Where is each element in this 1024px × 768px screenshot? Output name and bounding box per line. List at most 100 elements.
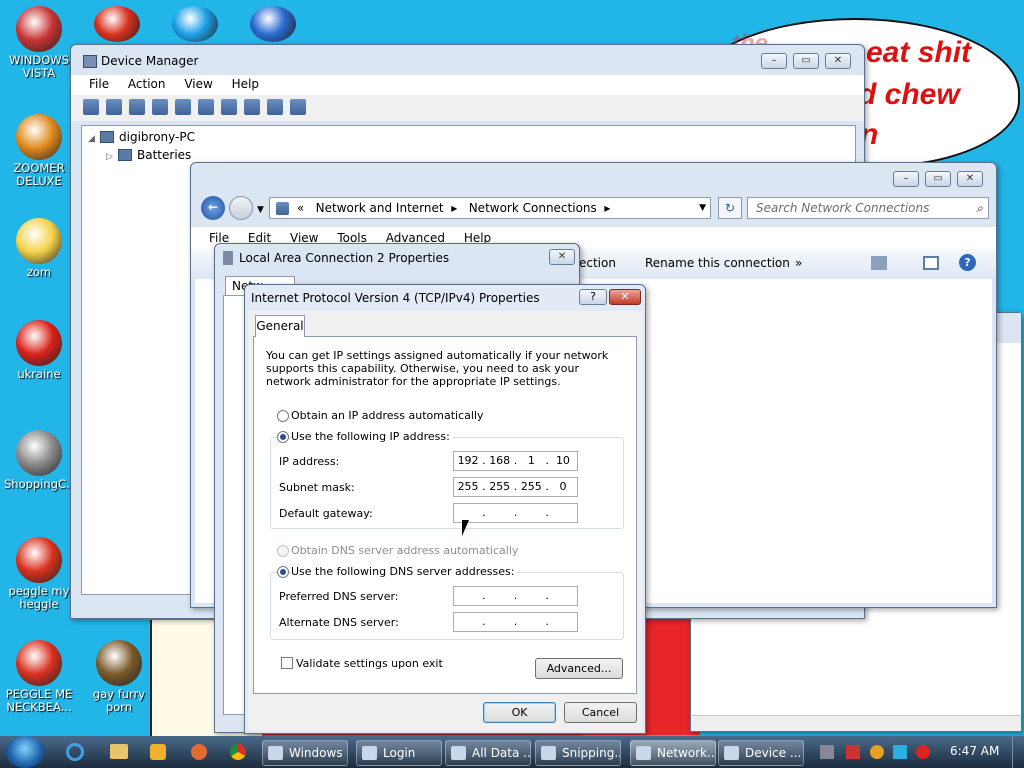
help-icon[interactable]: ? <box>959 254 976 271</box>
scan-hardware-icon[interactable] <box>221 99 237 115</box>
use-following-dns-label[interactable]: Use the following DNS server addresses: <box>291 565 518 578</box>
refresh-button[interactable]: ↻ <box>718 197 742 219</box>
taskbar-app-icon <box>362 746 377 760</box>
forward-button[interactable] <box>229 196 253 220</box>
close-button[interactable]: ✕ <box>825 53 851 69</box>
breadcrumb-sep[interactable]: « <box>297 201 304 215</box>
minimize-button[interactable]: – <box>761 53 787 69</box>
enable-icon[interactable] <box>290 99 306 115</box>
desktop-icon[interactable]: ShoppingC... <box>4 430 77 491</box>
use-following-dns-radio[interactable] <box>277 566 289 578</box>
tray-icon-5[interactable] <box>916 745 930 759</box>
skype-icon[interactable] <box>172 6 218 42</box>
bubble-text-2: d chew <box>858 78 960 111</box>
ip-address-field[interactable]: 192. 168. 1. 10 <box>453 451 578 471</box>
back-button[interactable]: ← <box>201 196 225 220</box>
more-commands-icon[interactable]: » <box>795 249 802 277</box>
advanced-button[interactable]: Advanced... <box>535 658 623 679</box>
taskbar-button[interactable]: Windows <box>262 740 348 766</box>
validate-label[interactable]: Validate settings upon exit <box>296 657 443 670</box>
address-bar[interactable]: « Network and Internet ▸ Network Connect… <box>269 197 711 219</box>
default-gateway-field[interactable]: ... <box>453 503 578 523</box>
obtain-ip-auto-radio[interactable] <box>277 410 289 422</box>
obtain-dns-auto-radio[interactable] <box>277 545 289 557</box>
desktop-icon[interactable]: ZOOMER DELUXE <box>4 114 74 188</box>
use-following-ip-label[interactable]: Use the following IP address: <box>291 430 453 443</box>
menu-help[interactable]: Help <box>232 77 259 91</box>
menu-file[interactable]: File <box>89 77 109 91</box>
show-desktop-button[interactable] <box>1012 736 1024 768</box>
desktop-icon[interactable]: WINDOWS VISTA <box>4 6 74 80</box>
view-icon[interactable] <box>152 99 168 115</box>
close-button[interactable]: ✕ <box>549 249 575 265</box>
obtain-ip-auto-label[interactable]: Obtain an IP address automatically <box>291 409 484 422</box>
expand-arrow-icon[interactable]: ▷ <box>106 148 118 164</box>
close-button[interactable]: ✕ <box>609 289 641 305</box>
clock[interactable]: 6:47 AM <box>950 744 999 758</box>
desktop-icon[interactable]: peggle my heggle <box>4 537 74 611</box>
desktop-icon[interactable]: gay furry porn <box>84 640 154 714</box>
default-gateway-label: Default gateway: <box>279 507 373 520</box>
breadcrumb-network-connections[interactable]: Network Connections <box>469 201 597 215</box>
command-partial[interactable]: ection <box>579 249 616 277</box>
maximize-button[interactable]: ▭ <box>793 53 819 69</box>
search-icon[interactable]: ⌕ <box>976 198 983 218</box>
menu-view[interactable]: View <box>184 77 212 91</box>
desktop-icon[interactable]: ukraine <box>4 320 74 381</box>
tray-icon-2[interactable] <box>846 745 860 759</box>
menu-action[interactable]: Action <box>128 77 166 91</box>
forward-icon[interactable] <box>106 99 122 115</box>
validate-checkbox[interactable] <box>281 657 293 669</box>
tray-icon-3[interactable] <box>870 745 884 759</box>
tray-icon-1[interactable] <box>820 745 834 759</box>
help-button[interactable]: ? <box>579 289 607 305</box>
cancel-button[interactable]: Cancel <box>564 702 637 723</box>
ie-icon[interactable] <box>66 743 84 761</box>
close-button[interactable]: ✕ <box>957 171 983 187</box>
uninstall-icon[interactable] <box>267 99 283 115</box>
update-driver-icon[interactable] <box>244 99 260 115</box>
details-icon[interactable] <box>198 99 214 115</box>
tab-general[interactable]: General <box>255 315 305 337</box>
search-input[interactable]: Search Network Connections ⌕ <box>747 197 989 219</box>
ok-button[interactable]: OK <box>483 702 556 723</box>
app-icon[interactable] <box>250 6 296 42</box>
explorer-icon[interactable] <box>110 744 128 759</box>
minimize-button[interactable]: – <box>893 171 919 187</box>
address-dropdown-icon[interactable]: ▼ <box>699 198 706 218</box>
alternate-dns-label: Alternate DNS server: <box>279 616 399 629</box>
taskbar-app-icon <box>724 746 739 760</box>
desktop-icon-label: ZOOMER DELUXE <box>13 161 65 188</box>
taskbar-app-icon <box>636 746 651 760</box>
maximize-button[interactable]: ▭ <box>925 171 951 187</box>
dialog-title: Internet Protocol Version 4 (TCP/IPv4) P… <box>251 291 540 305</box>
chrome-icon[interactable] <box>230 744 246 760</box>
desktop-icon[interactable]: PEGGLE ME NECKBEA... <box>4 640 74 714</box>
use-following-ip-radio[interactable] <box>277 431 289 443</box>
preferred-dns-field[interactable]: ... <box>453 586 578 606</box>
tree-root[interactable]: ◢ digibrony-PC <box>88 128 849 146</box>
recent-pages-icon[interactable]: ▼ <box>257 205 264 215</box>
start-button[interactable] <box>6 736 44 768</box>
app-icon[interactable] <box>191 744 207 760</box>
media-player-icon[interactable] <box>150 744 166 760</box>
taskbar-button[interactable]: Network... <box>630 740 716 766</box>
alternate-dns-field[interactable]: ... <box>453 612 578 632</box>
properties-icon[interactable] <box>129 99 145 115</box>
peggle-icon[interactable] <box>94 6 140 42</box>
taskbar-button[interactable]: Snipping... <box>535 740 621 766</box>
window-scrollbar[interactable] <box>691 715 1021 731</box>
preview-pane-icon[interactable] <box>923 256 939 270</box>
back-icon[interactable] <box>83 99 99 115</box>
change-view-icon[interactable] <box>871 256 887 270</box>
tray-icon-4[interactable] <box>893 745 907 759</box>
taskbar-button[interactable]: Device ... <box>718 740 804 766</box>
help-icon[interactable] <box>175 99 191 115</box>
radiation-icon <box>16 320 62 366</box>
subnet-mask-field[interactable]: 255. 255. 255. 0 <box>453 477 578 497</box>
taskbar-button[interactable]: All Data ... <box>445 740 531 766</box>
breadcrumb-network-internet[interactable]: Network and Internet <box>316 201 444 215</box>
rename-connection-command[interactable]: Rename this connection <box>645 249 790 277</box>
taskbar-button[interactable]: Login <box>356 740 442 766</box>
desktop-icon[interactable]: zom <box>4 218 74 279</box>
